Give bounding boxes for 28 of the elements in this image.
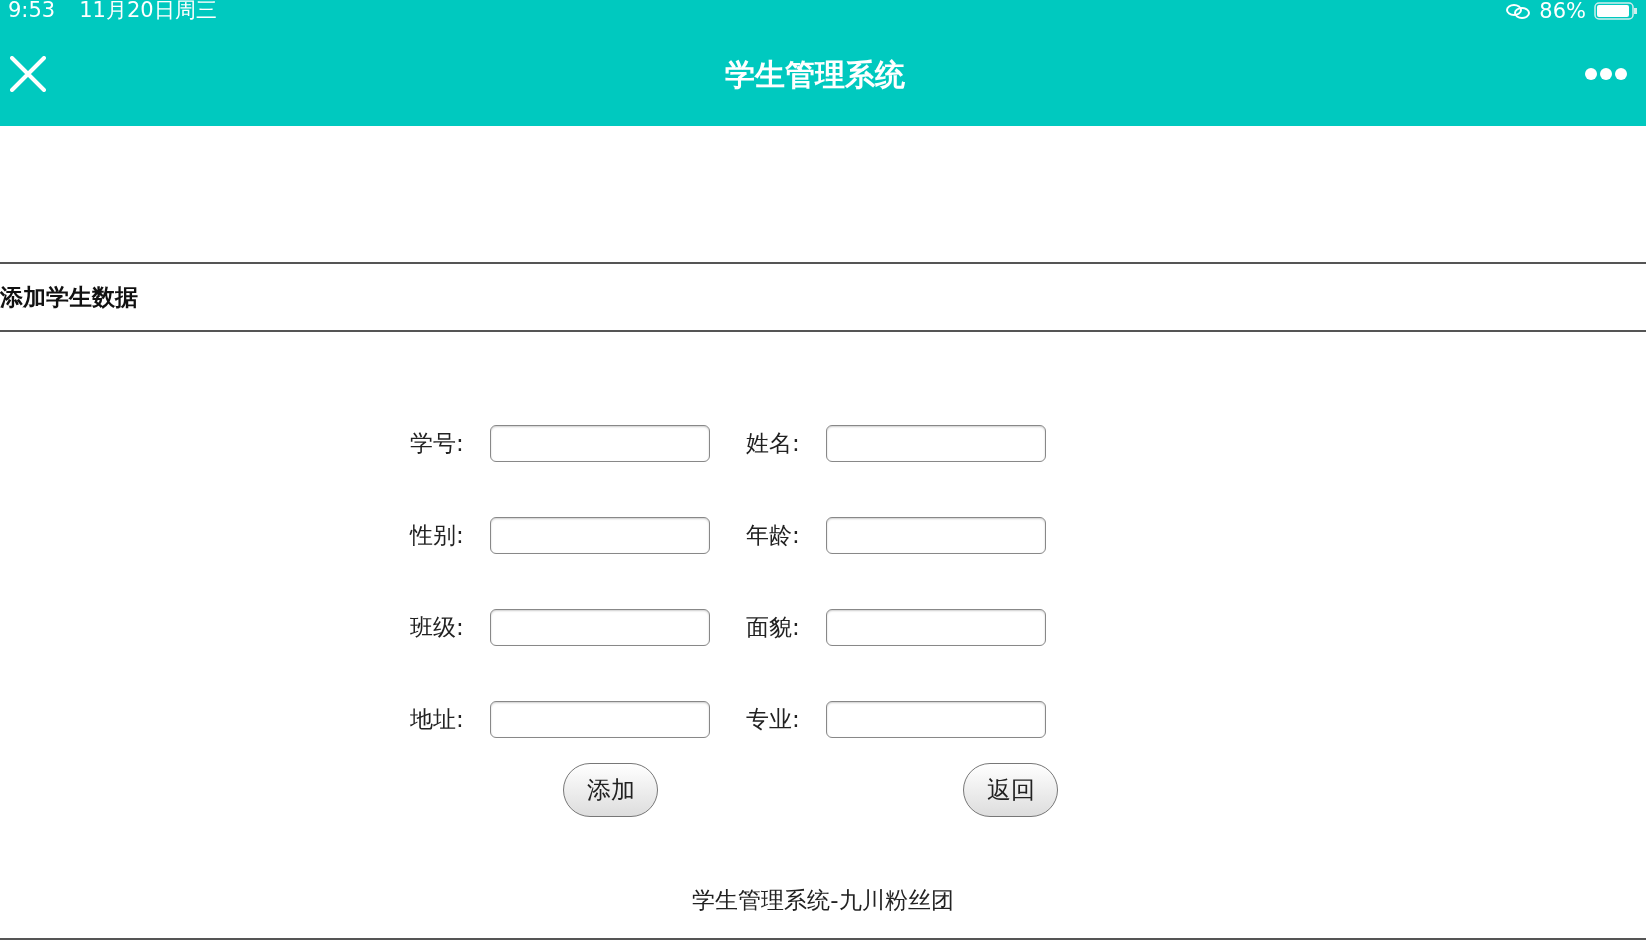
text-field[interactable] xyxy=(826,609,1046,646)
close-icon[interactable] xyxy=(10,56,46,92)
field-label: 性别: xyxy=(410,521,465,551)
field-label: 姓名: xyxy=(746,429,801,459)
form-button[interactable]: 返回 xyxy=(963,763,1058,817)
more-icon[interactable] xyxy=(1584,67,1628,81)
form-button[interactable]: 添加 xyxy=(563,763,658,817)
field-label: 年龄: xyxy=(746,521,801,551)
text-field[interactable] xyxy=(826,701,1046,738)
app-title: 学生管理系统 xyxy=(725,55,905,94)
text-field[interactable] xyxy=(490,609,710,646)
section-title: 添加学生数据 xyxy=(0,282,138,312)
status-time: 9:53 xyxy=(8,0,56,22)
text-field[interactable] xyxy=(490,517,710,554)
text-field[interactable] xyxy=(490,425,710,462)
text-field[interactable] xyxy=(826,425,1046,462)
field-label: 班级: xyxy=(410,613,465,643)
footer-text: 学生管理系统-九川粉丝团 xyxy=(692,887,954,913)
field-label: 专业: xyxy=(746,705,801,735)
link-icon xyxy=(1505,3,1532,19)
text-field[interactable] xyxy=(490,701,710,738)
battery-percent: 86% xyxy=(1539,0,1586,22)
text-field[interactable] xyxy=(826,517,1046,554)
battery-icon xyxy=(1594,2,1638,20)
field-label: 地址: xyxy=(410,705,465,735)
field-label: 面貌: xyxy=(746,613,801,643)
status-date: 11月20日周三 xyxy=(79,0,217,22)
field-label: 学号: xyxy=(410,429,465,459)
